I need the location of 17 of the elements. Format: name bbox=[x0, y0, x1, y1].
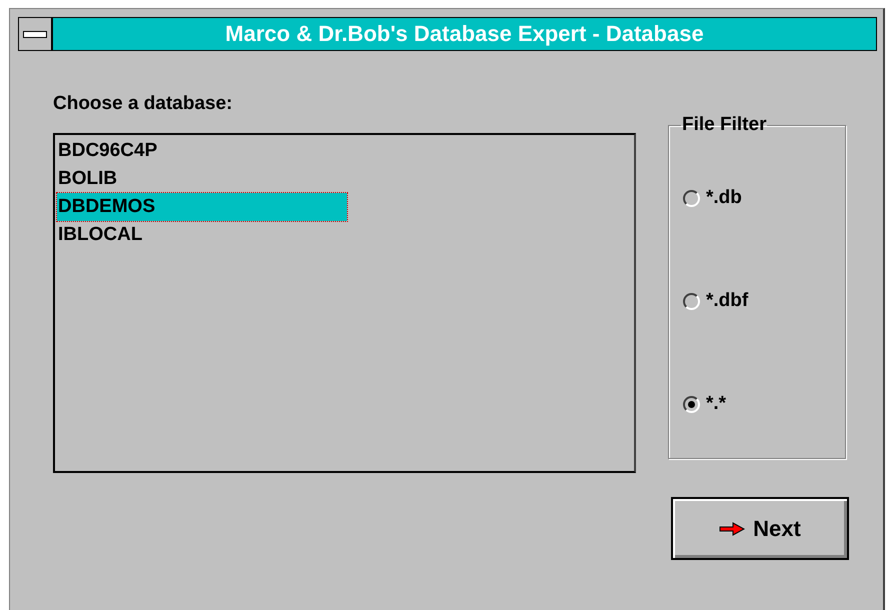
radio-button[interactable] bbox=[683, 292, 700, 310]
radio-button[interactable] bbox=[683, 396, 700, 412]
list-item[interactable]: IBLOCAL bbox=[57, 221, 347, 249]
list-item[interactable]: BDC96C4P bbox=[57, 137, 347, 165]
list-label: Choose a database: bbox=[53, 92, 234, 116]
group-title: File Filter bbox=[681, 114, 768, 136]
system-menu-button[interactable] bbox=[19, 18, 53, 50]
radio-label: *.db bbox=[706, 187, 742, 209]
list-item[interactable]: DBDEMOS bbox=[57, 193, 347, 221]
radio-label: *.* bbox=[706, 393, 726, 415]
window-title: Marco & Dr.Bob's Database Expert - Database bbox=[224, 20, 705, 48]
radio-button[interactable] bbox=[683, 190, 700, 206]
database-list[interactable]: BDC96C4P BOLIB DBDEMOS IBLOCAL bbox=[53, 133, 636, 473]
list-item[interactable]: BOLIB bbox=[57, 165, 347, 193]
next-button[interactable]: Next bbox=[671, 497, 849, 560]
arrow-icon bbox=[719, 522, 746, 536]
radio-label: *.dbf bbox=[706, 290, 748, 312]
